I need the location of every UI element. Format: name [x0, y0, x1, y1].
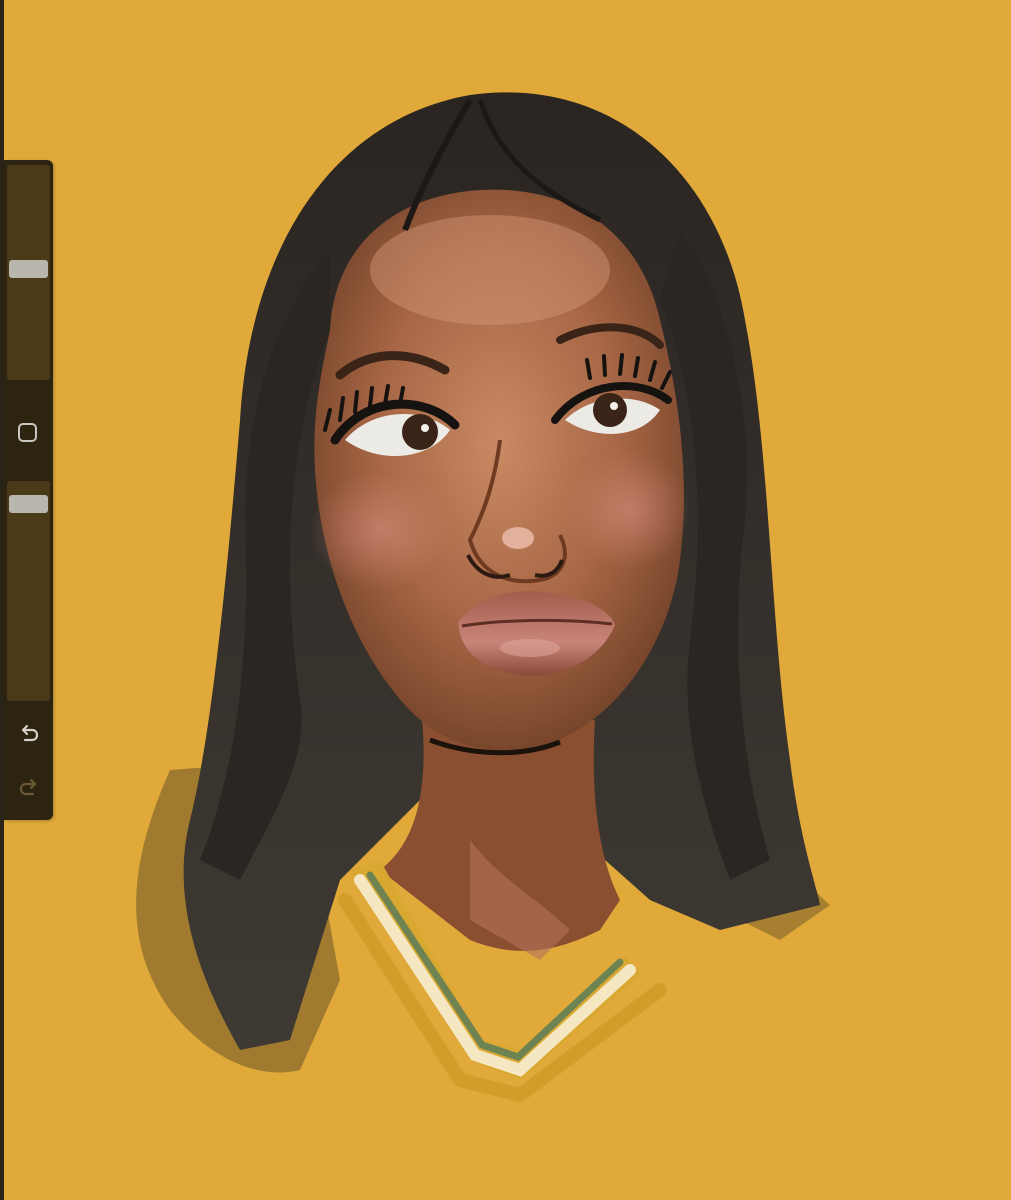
redo-button[interactable] — [14, 772, 43, 801]
brush-opacity-slider-thumb[interactable] — [9, 494, 48, 513]
brush-sidebar — [4, 160, 53, 820]
brush-size-slider-thumb[interactable] — [9, 259, 48, 278]
undo-arrow-icon — [21, 724, 38, 741]
drawing-canvas[interactable] — [0, 0, 1011, 1200]
painting-artwork — [136, 92, 830, 1103]
redo-arrow-icon — [19, 778, 36, 795]
undo-button[interactable] — [14, 718, 43, 747]
brush-size-slider[interactable] — [7, 165, 50, 380]
square-modify-icon — [18, 423, 37, 442]
brush-opacity-slider[interactable] — [7, 481, 50, 701]
modify-button[interactable] — [14, 419, 41, 446]
